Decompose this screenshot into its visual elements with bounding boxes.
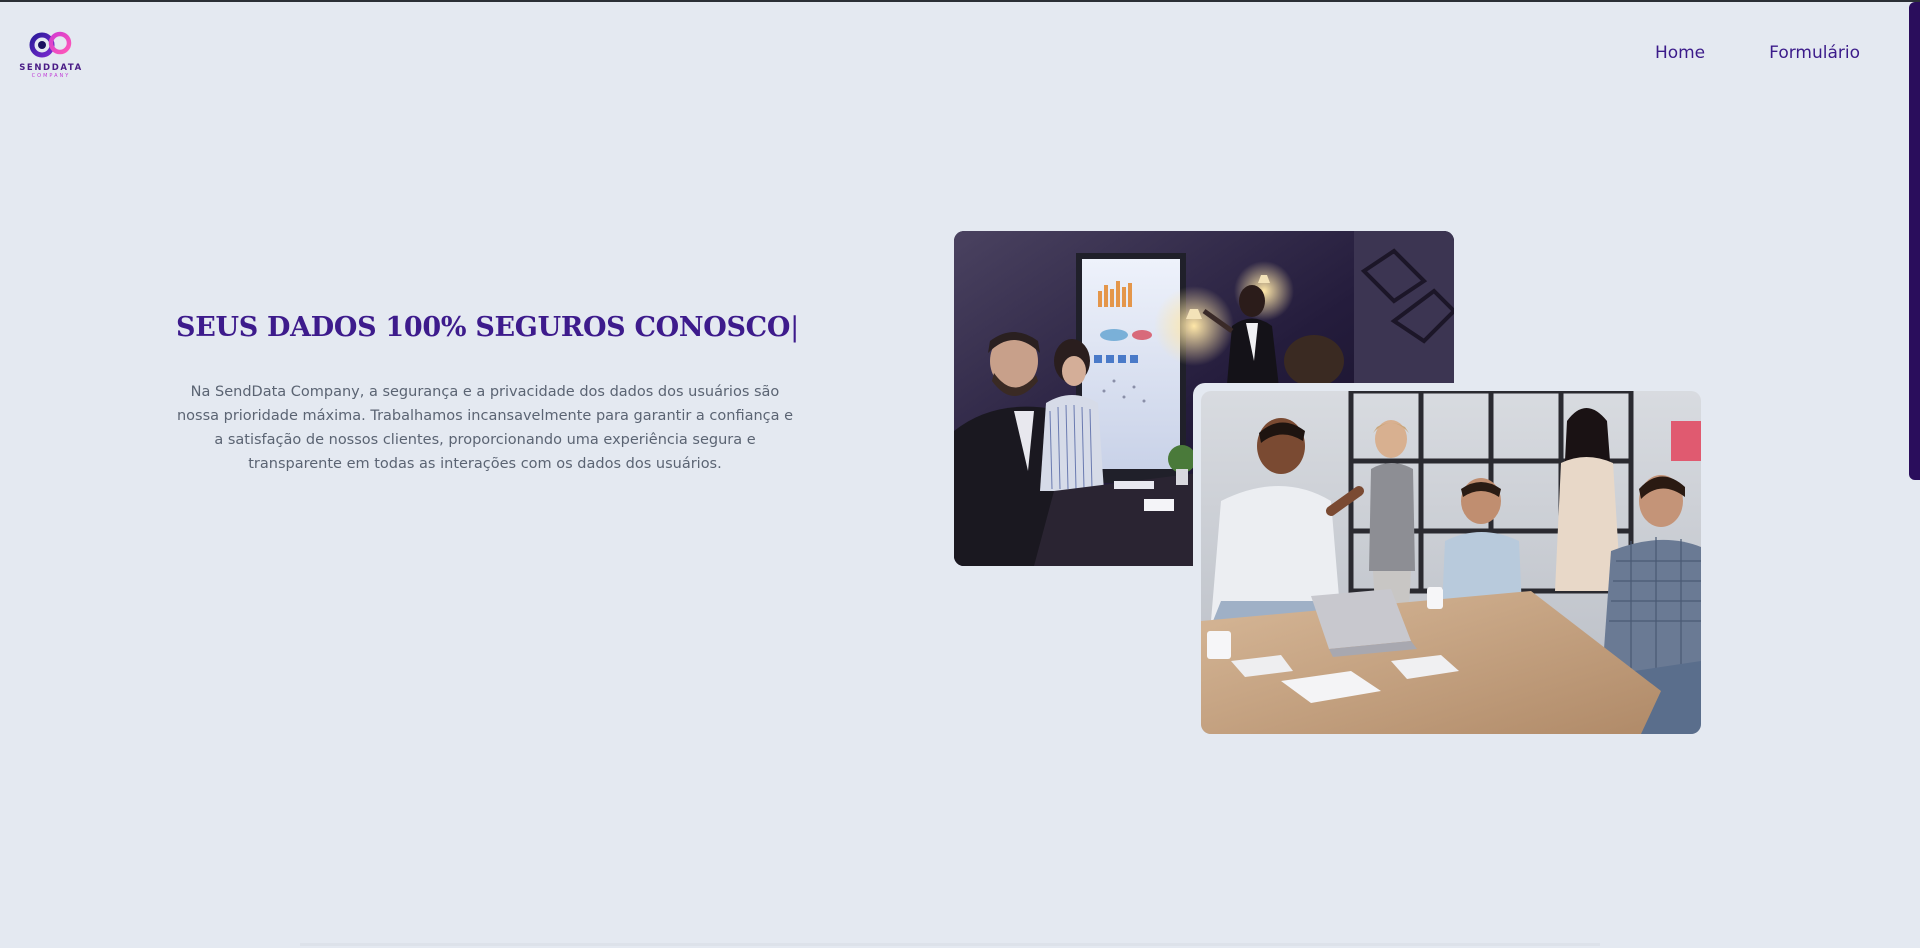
section-divider — [300, 943, 1600, 946]
hero-title: SEUS DADOS 100% SEGUROS CONOSCO| — [176, 312, 799, 343]
page: SENDDATA COMPANY Home Formulário SEUS DA… — [0, 0, 1920, 948]
nav-form-link[interactable]: Formulário — [1769, 43, 1860, 63]
typing-caret: | — [790, 312, 799, 343]
page-scrollbar[interactable] — [1908, 2, 1920, 948]
team-photo — [1193, 383, 1703, 735]
brand-tagline: COMPANY — [31, 73, 71, 79]
team-photo-frame — [1201, 391, 1701, 734]
hero-description: Na SendData Company, a segurança e a pri… — [176, 384, 794, 472]
team-photo-illustration — [1201, 391, 1701, 734]
brand-logo[interactable]: SENDDATA COMPANY — [18, 30, 84, 82]
scrollbar-thumb[interactable] — [1909, 2, 1920, 480]
main-nav: Home Formulário — [1655, 43, 1860, 63]
brand-name: SENDDATA — [19, 63, 83, 73]
hero-title-text: SEUS DADOS 100% SEGUROS CONOSCO — [176, 312, 791, 343]
infinity-logo-icon — [29, 31, 72, 58]
nav-home-link[interactable]: Home — [1655, 43, 1705, 63]
